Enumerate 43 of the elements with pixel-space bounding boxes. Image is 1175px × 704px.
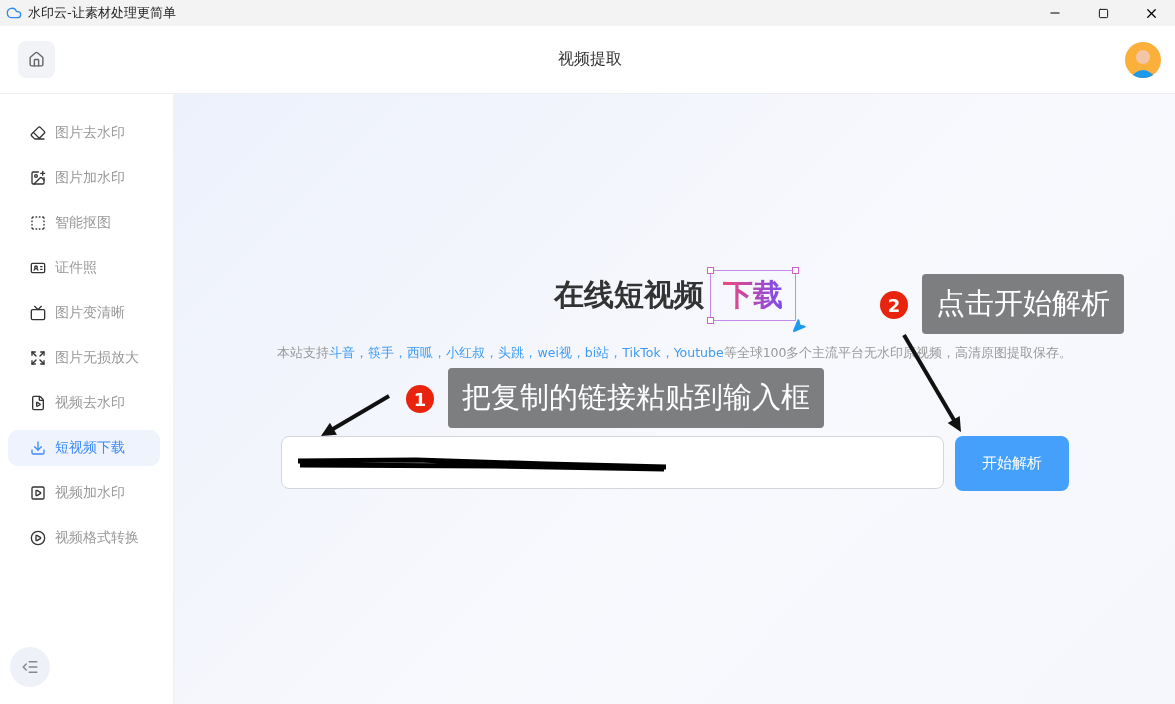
intro-text: 本站支持 bbox=[277, 345, 330, 360]
callout-tip: 把复制的链接粘贴到输入框 bbox=[448, 368, 824, 428]
selection-handle[interactable] bbox=[707, 267, 714, 274]
hero-title: 在线短视频 bbox=[554, 276, 704, 314]
window-title: 水印云-让素材处理更简单 bbox=[28, 4, 177, 22]
platform-link[interactable]: 斗音，筷手，西呱，小红叔，头跳，wei视，bi站，TikTok，Youtube bbox=[329, 345, 724, 360]
callout-tip: 点击开始解析 bbox=[922, 274, 1124, 334]
image-plus-icon bbox=[30, 170, 46, 186]
sidebar-item[interactable]: 智能抠图 bbox=[8, 205, 160, 241]
home-icon bbox=[28, 51, 45, 68]
sidebar-item[interactable]: 视频格式转换 bbox=[8, 520, 160, 556]
cloud-icon bbox=[6, 5, 22, 21]
sidebar-item[interactable]: 短视频下载 bbox=[8, 430, 160, 466]
user-avatar[interactable] bbox=[1125, 41, 1161, 78]
id-card-icon bbox=[30, 260, 46, 276]
screen-icon bbox=[30, 305, 46, 321]
link-input[interactable] bbox=[281, 436, 944, 489]
sidebar-item[interactable]: 图片加水印 bbox=[8, 160, 160, 196]
sidebar-item[interactable]: 视频去水印 bbox=[8, 385, 160, 421]
collapse-icon bbox=[21, 658, 39, 676]
sidebar-item[interactable]: 视频加水印 bbox=[8, 475, 160, 511]
selection-handle[interactable] bbox=[792, 267, 799, 274]
cursor-icon bbox=[791, 318, 807, 334]
play-circle-icon bbox=[30, 530, 46, 546]
play-square-icon bbox=[30, 485, 46, 501]
maximize-icon bbox=[1097, 7, 1109, 19]
parse-button[interactable]: 开始解析 bbox=[955, 436, 1069, 491]
home-button[interactable] bbox=[18, 41, 55, 78]
sidebar-item[interactable]: 图片无损放大 bbox=[8, 340, 160, 376]
selection-handle[interactable] bbox=[707, 317, 714, 324]
sidebar-item[interactable]: 证件照 bbox=[8, 250, 160, 286]
dashed-square-icon bbox=[30, 215, 46, 231]
download-icon bbox=[30, 440, 46, 456]
step-badge: 2 bbox=[880, 291, 908, 319]
collapse-button[interactable] bbox=[10, 647, 50, 687]
sidebar-item[interactable]: 图片去水印 bbox=[8, 115, 160, 151]
page-title: 视频提取 bbox=[558, 49, 622, 70]
eraser-icon bbox=[30, 125, 46, 141]
video-file-icon bbox=[30, 395, 46, 411]
sidebar-item[interactable]: 图片变清晰 bbox=[8, 295, 160, 331]
step-badge: 1 bbox=[406, 385, 434, 413]
arrow bbox=[321, 394, 390, 436]
expand-icon bbox=[30, 350, 46, 366]
